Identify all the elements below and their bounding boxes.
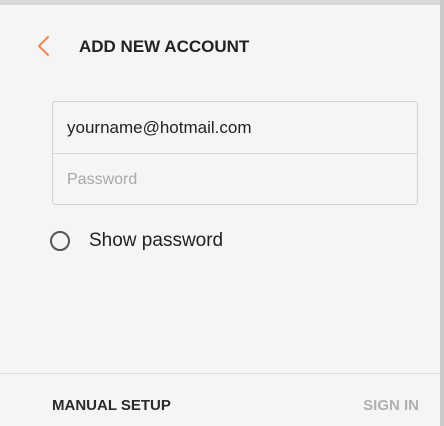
right-scroll-edge — [440, 0, 444, 426]
app-header: ADD NEW ACCOUNT — [0, 5, 440, 75]
bottom-action-bar: MANUAL SETUP SIGN IN — [0, 373, 440, 426]
show-password-label: Show password — [89, 230, 224, 251]
chevron-left-icon — [37, 35, 50, 57]
manual-setup-button[interactable]: MANUAL SETUP — [52, 397, 171, 414]
show-password-radio[interactable] — [50, 231, 70, 251]
sign-in-button[interactable]: SIGN IN — [363, 397, 419, 414]
password-field-container — [53, 154, 417, 206]
email-field[interactable] — [67, 117, 397, 138]
back-button[interactable] — [30, 32, 58, 60]
login-form — [52, 101, 418, 205]
email-field-container — [53, 102, 417, 154]
page-title: ADD NEW ACCOUNT — [79, 37, 250, 56]
password-field[interactable] — [67, 171, 397, 189]
show-password-option[interactable]: Show password — [50, 230, 223, 252]
